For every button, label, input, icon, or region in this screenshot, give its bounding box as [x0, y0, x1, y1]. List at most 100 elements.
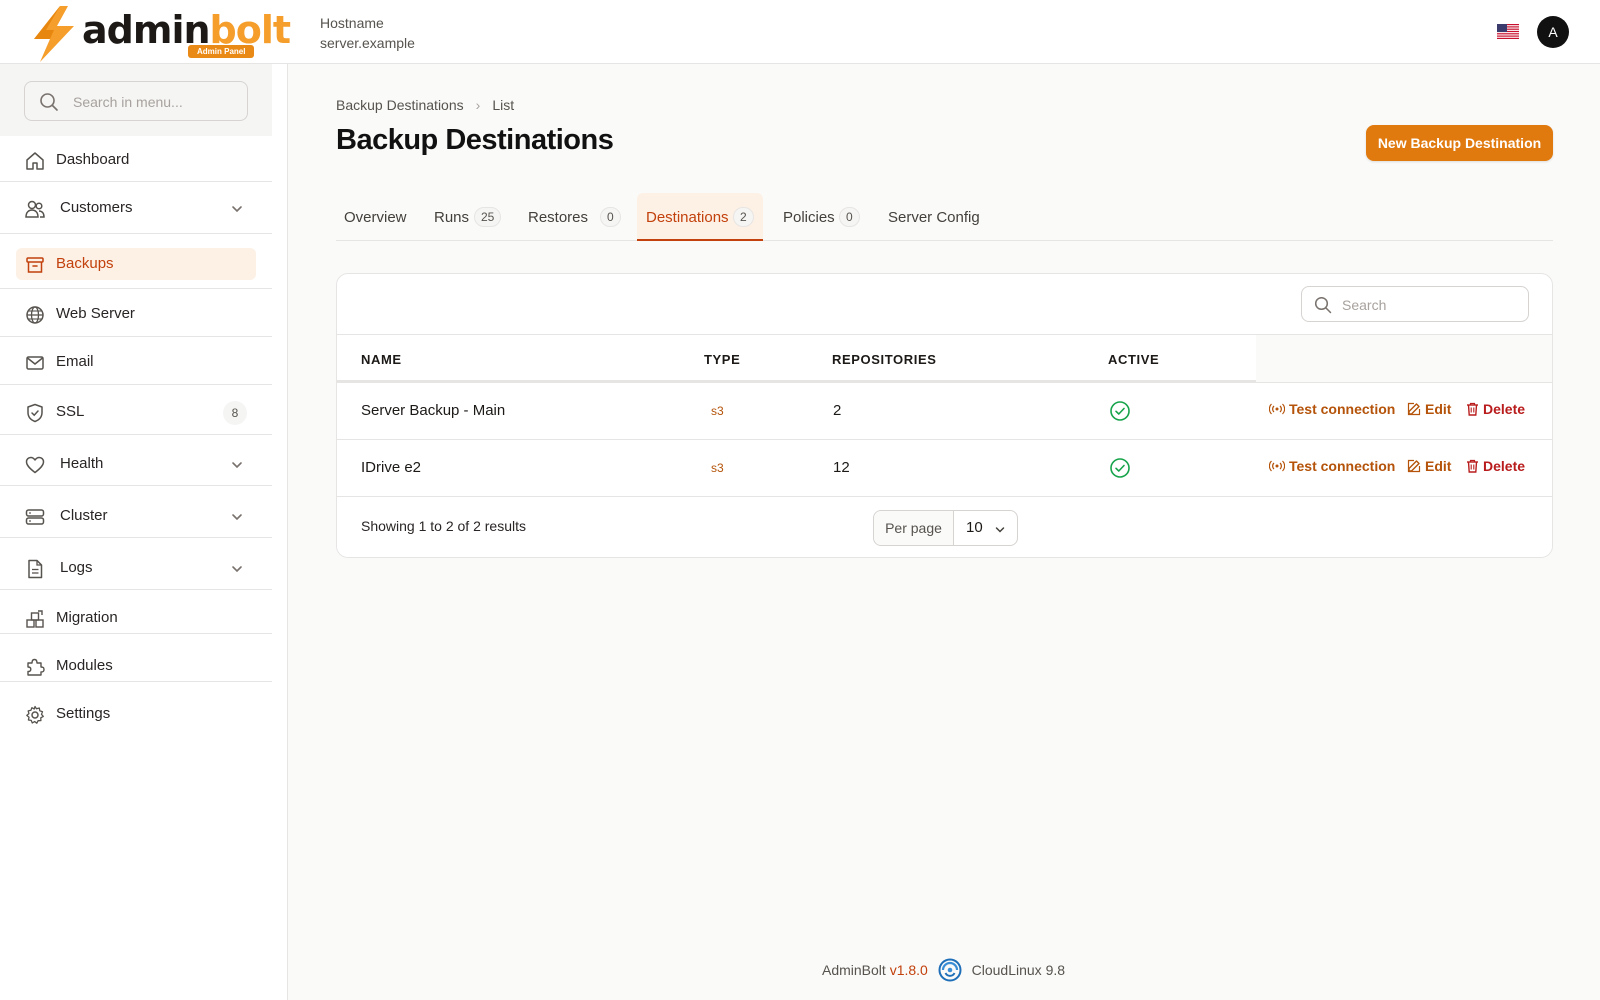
per-page-select[interactable]: Per page 10 [873, 510, 1018, 546]
table-row: Server Backup - Main s3 2 Test connectio… [337, 382, 1552, 439]
delete-button[interactable]: Delete [1466, 401, 1525, 417]
sidebar: Dashboard Customers Backups Web Server E… [0, 64, 288, 1000]
tab-policies[interactable]: Policies 0 [775, 193, 871, 241]
tab-destinations[interactable]: Destinations 2 [637, 193, 763, 241]
chevron-down-icon[interactable] [230, 202, 244, 216]
tab-overview[interactable]: Overview [336, 193, 418, 241]
admin-panel-badge: Admin Panel [188, 45, 255, 58]
new-backup-destination-button[interactable]: New Backup Destination [1366, 125, 1553, 161]
test-connection-label: Test connection [1289, 401, 1396, 417]
globe-icon [26, 306, 44, 324]
logo-wordmark: adminbolt [82, 8, 291, 52]
sidebar-divider [0, 181, 272, 182]
us-flag-icon[interactable] [1497, 24, 1519, 39]
sidebar-item-label: Settings [56, 705, 111, 722]
sidebar-item-logs[interactable]: Logs [0, 544, 272, 592]
chevron-down-icon[interactable] [230, 562, 244, 576]
search-icon [40, 93, 58, 111]
sidebar-divider [0, 434, 272, 435]
sidebar-divider [0, 288, 272, 289]
tab-count-badge: 25 [474, 207, 502, 227]
chevron-right-icon: › [475, 97, 481, 113]
sidebar-item-migration[interactable]: Migration [0, 594, 272, 642]
hostname-label: Hostname [320, 15, 384, 31]
shield-icon [27, 403, 43, 423]
product-version: v1.8.0 [889, 962, 928, 978]
cloudlinux-logo-icon [938, 958, 962, 982]
check-circle-icon [1110, 458, 1130, 478]
table-header: NAME TYPE REPOSITORIES ACTIVE [337, 334, 1552, 383]
top-bar: adminbolt Admin Panel Hostname server.ex… [0, 0, 1600, 64]
tab-count-badge: 2 [733, 207, 754, 227]
test-connection-button[interactable]: Test connection [1268, 458, 1396, 474]
test-connection-button[interactable]: Test connection [1268, 401, 1396, 417]
signal-icon [1268, 460, 1286, 472]
sidebar-item-settings[interactable]: Settings [0, 690, 272, 738]
user-avatar[interactable]: A [1537, 16, 1569, 48]
page-footer: AdminBolt v1.8.0 CloudLinux 9.8 [822, 958, 1065, 982]
check-circle-icon [1110, 401, 1130, 421]
menu-search-input[interactable] [73, 90, 238, 114]
sidebar-item-label: Email [56, 353, 94, 370]
ssl-count-badge: 8 [223, 401, 247, 425]
sidebar-divider [0, 233, 272, 234]
trash-icon [1467, 402, 1478, 416]
chevron-down-icon [995, 527, 1005, 533]
chevron-down-icon[interactable] [230, 458, 244, 472]
sidebar-item-label: Modules [56, 657, 113, 674]
column-header-repositories[interactable]: REPOSITORIES [832, 352, 936, 367]
sidebar-item-ssl[interactable]: SSL 8 [0, 388, 272, 436]
breadcrumb-parent-link[interactable]: Backup Destinations [336, 97, 464, 113]
heart-icon [25, 456, 45, 474]
column-header-type[interactable]: TYPE [704, 352, 740, 367]
sidebar-item-dashboard[interactable]: Dashboard [0, 136, 272, 184]
archive-icon [26, 257, 44, 273]
sidebar-item-backups[interactable]: Backups [0, 246, 272, 294]
sidebar-divider [0, 537, 272, 538]
sidebar-item-label: Backups [56, 255, 114, 272]
sidebar-item-label: Cluster [60, 507, 108, 524]
breadcrumb-current: List [492, 97, 515, 113]
test-connection-label: Test connection [1289, 458, 1396, 474]
edit-button[interactable]: Edit [1407, 401, 1451, 417]
hostname-info: Hostname server.example [320, 13, 415, 53]
gear-icon [26, 705, 44, 724]
sidebar-item-web-server[interactable]: Web Server [0, 290, 272, 338]
sidebar-item-health[interactable]: Health [0, 440, 272, 488]
column-header-active[interactable]: ACTIVE [1108, 352, 1159, 367]
sidebar-item-label: Dashboard [56, 151, 130, 168]
sidebar-item-customers[interactable]: Customers [0, 184, 272, 232]
pagination-summary: Showing 1 to 2 of 2 results [361, 518, 526, 534]
tab-server-config[interactable]: Server Config [880, 193, 990, 241]
sidebar-item-modules[interactable]: Modules [0, 642, 272, 690]
sidebar-item-email[interactable]: Email [0, 338, 272, 386]
delete-label: Delete [1483, 401, 1526, 417]
tab-label: Server Config [888, 209, 980, 226]
adminbolt-logo[interactable]: adminbolt Admin Panel [30, 6, 291, 62]
menu-search-box[interactable] [24, 81, 248, 121]
tab-bar: Overview Runs 25 Restores 0 Destinations… [336, 193, 1553, 241]
column-header-name[interactable]: NAME [361, 352, 402, 367]
delete-label: Delete [1483, 458, 1526, 474]
sidebar-divider [0, 589, 272, 590]
edit-button[interactable]: Edit [1407, 458, 1451, 474]
tab-label: Runs [434, 209, 470, 226]
table-search-box[interactable] [1301, 286, 1529, 322]
tab-restores[interactable]: Restores 0 [520, 193, 630, 241]
users-icon [25, 200, 45, 218]
edit-icon [1407, 459, 1421, 473]
sidebar-divider [0, 384, 272, 385]
envelope-icon [26, 356, 44, 370]
os-name: CloudLinux 9.8 [971, 962, 1066, 978]
sidebar-divider [0, 633, 272, 634]
table-search-input[interactable] [1342, 293, 1517, 317]
repositories-count: 12 [833, 459, 850, 476]
tab-label: Restores [528, 209, 589, 226]
product-name: AdminBolt [822, 962, 886, 978]
sidebar-item-cluster[interactable]: Cluster [0, 492, 272, 540]
chevron-down-icon[interactable] [230, 510, 244, 524]
destination-type: s3 [711, 461, 724, 475]
tab-runs[interactable]: Runs 25 [426, 193, 510, 241]
page-title: Backup Destinations [336, 124, 614, 156]
delete-button[interactable]: Delete [1466, 458, 1525, 474]
